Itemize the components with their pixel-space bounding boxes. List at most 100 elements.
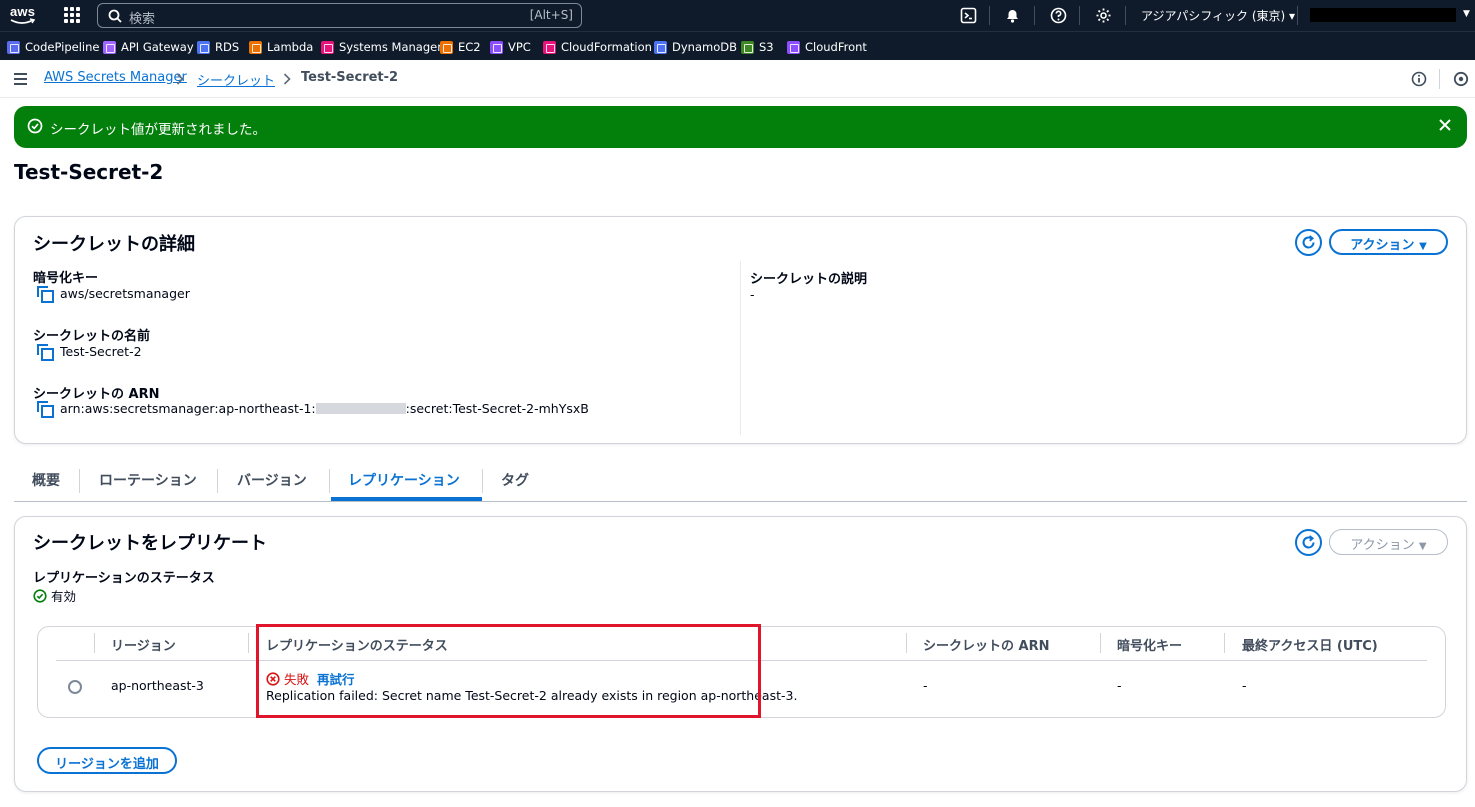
row-select-radio[interactable] (68, 680, 82, 694)
cell-secret-arn: - (923, 678, 928, 693)
tab-versions[interactable]: バージョン (237, 470, 307, 490)
service-icon (197, 40, 210, 54)
tab-divider (329, 469, 330, 493)
refresh-button[interactable] (1295, 529, 1322, 556)
tab-divider (79, 469, 80, 493)
secret-arn-label: シークレットの ARN (33, 387, 160, 402)
redacted-account-id (315, 403, 406, 414)
preferences-icon[interactable] (1453, 71, 1469, 87)
active-tab-indicator (331, 497, 482, 501)
favorite-label: DynamoDB (672, 40, 737, 54)
tab-tags[interactable]: タグ (501, 470, 529, 490)
aws-smile-icon (10, 18, 36, 24)
copy-icon[interactable] (37, 344, 54, 361)
service-icon (787, 40, 800, 54)
chevron-right-icon (176, 73, 184, 85)
page-title: Test-Secret-2 (14, 160, 164, 184)
region-label: アジアパシフィック (東京) (1141, 9, 1286, 23)
tab-rotation[interactable]: ローテーション (99, 470, 197, 490)
search-shortcut: [Alt+S] (529, 8, 573, 22)
breadcrumb-current: Test-Secret-2 (301, 70, 399, 85)
caret-down-icon: ▼ (1418, 541, 1427, 552)
cloudshell-icon[interactable] (960, 7, 977, 24)
replication-status-value: 有効 (33, 586, 76, 605)
help-icon[interactable] (1050, 7, 1067, 24)
chevron-right-icon (283, 73, 291, 85)
refresh-button[interactable] (1295, 229, 1322, 256)
toolbar-divider (1439, 69, 1440, 89)
favorite-label: EC2 (458, 40, 481, 54)
account-menu-redacted[interactable] (1310, 8, 1456, 22)
service-icon (321, 40, 334, 54)
copy-icon[interactable] (37, 286, 54, 303)
highlight-annotation-box (256, 624, 761, 718)
settings-gear-icon[interactable] (1095, 7, 1112, 24)
services-grid-icon[interactable] (64, 7, 80, 23)
info-icon[interactable] (1411, 71, 1427, 87)
column-divider (1224, 633, 1225, 653)
description-label: シークレットの説明 (750, 272, 868, 287)
column-divider (94, 633, 95, 653)
nav-divider (1079, 6, 1080, 25)
breadcrumb-bar: AWS Secrets Manager シークレット Test-Secret-2 (0, 60, 1475, 98)
actions-label: アクション (1350, 238, 1415, 253)
favorite-label: API Gateway (121, 40, 194, 54)
favorite-lambda[interactable]: Lambda (249, 40, 313, 54)
favorite-dynamodb[interactable]: DynamoDB (654, 40, 737, 54)
column-divider (248, 633, 249, 653)
actions-dropdown-button-disabled[interactable]: アクション ▼ (1329, 529, 1448, 555)
search-input[interactable]: 検索 [Alt+S] (97, 3, 582, 28)
column-header-secret-arn[interactable]: シークレットの ARN (923, 635, 1049, 654)
description-value: - (750, 287, 755, 302)
tab-overview[interactable]: 概要 (32, 470, 60, 490)
notifications-bell-icon[interactable] (1004, 7, 1021, 24)
actions-label: アクション (1350, 538, 1415, 553)
secret-details-heading: シークレットの詳細 (33, 234, 195, 255)
secret-name-text: Test-Secret-2 (60, 344, 142, 359)
favorite-label: Systems Manager (339, 40, 442, 54)
aws-logo[interactable]: aws (8, 4, 38, 28)
region-selector[interactable]: アジアパシフィック (東京) ▾ (1141, 7, 1295, 24)
replication-heading: シークレットをレプリケート (33, 533, 267, 554)
arn-prefix: arn:aws:secretsmanager:ap-northeast-1: (60, 401, 316, 416)
favorite-cloudformation[interactable]: CloudFormation (543, 40, 652, 54)
favorite-vpc[interactable]: VPC (490, 40, 531, 54)
add-region-button[interactable]: リージョンを追加 (37, 747, 177, 774)
cell-region: ap-northeast-3 (111, 678, 204, 693)
menu-hamburger-icon[interactable] (14, 73, 27, 88)
favorite-ec2[interactable]: EC2 (440, 40, 481, 54)
tab-list: 概要 ローテーション バージョン レプリケーション タグ (14, 462, 1467, 502)
cell-last-accessed: - (1242, 678, 1247, 693)
favorite-systems-manager[interactable]: Systems Manager (321, 40, 442, 54)
breadcrumb-secrets-manager[interactable]: AWS Secrets Manager (44, 70, 187, 85)
secret-details-container: シークレットの詳細 アクション ▼ 暗号化キー aws/secretsmanag… (14, 216, 1467, 444)
favorites-bar: CodePipeline API Gateway RDS Lambda Systems … (0, 31, 1475, 60)
favorite-rds[interactable]: RDS (197, 40, 239, 54)
service-icon (490, 40, 503, 54)
breadcrumb-secrets[interactable]: シークレット (197, 70, 275, 89)
caret-down-icon: ▼ (1419, 241, 1427, 252)
service-icon (103, 40, 116, 54)
encryption-key-text: aws/secretsmanager (60, 286, 190, 301)
column-header-last-accessed[interactable]: 最終アクセス日 (UTC) (1242, 635, 1378, 654)
favorite-s3[interactable]: S3 (741, 40, 774, 54)
nav-divider (1034, 6, 1035, 25)
column-header-region[interactable]: リージョン (111, 635, 176, 654)
actions-dropdown-button[interactable]: アクション ▼ (1329, 229, 1448, 255)
favorite-label: VPC (508, 40, 531, 54)
replication-status-label: レプリケーションのステータス (33, 571, 215, 586)
favorite-cloudfront[interactable]: CloudFront (787, 40, 867, 54)
favorite-label: S3 (759, 40, 774, 54)
favorite-api-gateway[interactable]: API Gateway (103, 40, 194, 54)
close-icon[interactable] (1437, 117, 1453, 133)
favorite-codepipeline[interactable]: CodePipeline (7, 40, 99, 54)
cell-encryption-key: - (1117, 678, 1122, 693)
top-navigation: aws 検索 [Alt+S] アジアパシフィック (東京) ▾ ▼ (0, 0, 1475, 31)
aws-logo-text: aws (10, 4, 36, 19)
column-header-encryption-key[interactable]: 暗号化キー (1117, 635, 1182, 654)
copy-icon[interactable] (37, 401, 54, 418)
favorite-label: CloudFormation (561, 40, 652, 54)
tab-replication[interactable]: レプリケーション (348, 470, 460, 490)
tab-divider (482, 469, 483, 493)
account-caret-icon[interactable]: ▼ (1463, 9, 1470, 19)
